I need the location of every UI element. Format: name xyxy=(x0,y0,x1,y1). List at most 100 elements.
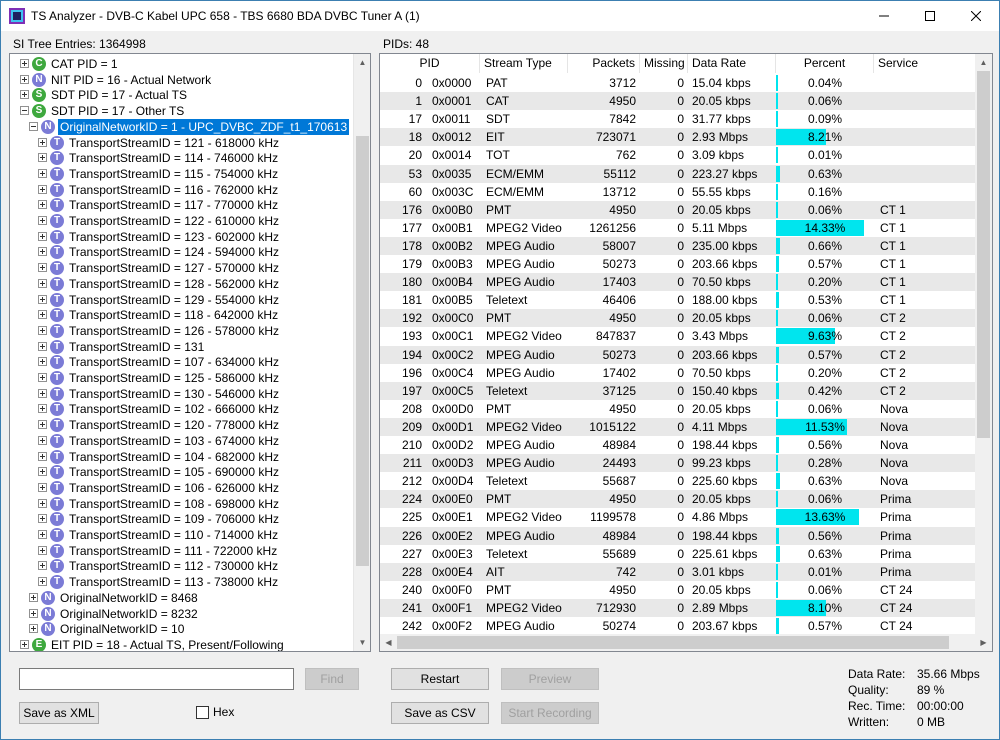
tree-node[interactable]: T TransportStreamID = 120 - 778000 kHz xyxy=(10,417,354,433)
tree-node[interactable]: T TransportStreamID = 102 - 666000 kHz xyxy=(10,401,354,417)
table-row[interactable]: 228 0x00E4 AIT 742 0 3.01 kbps Prima 0.01% xyxy=(380,562,977,581)
expand-icon[interactable] xyxy=(38,404,47,414)
tree-node[interactable]: T TransportStreamID = 106 - 626000 kHz xyxy=(10,480,354,496)
expand-icon[interactable] xyxy=(38,530,47,539)
tree-node[interactable]: N NIT PID = 16 - Actual Network xyxy=(10,72,354,88)
expand-icon[interactable] xyxy=(38,357,47,367)
collapse-icon[interactable] xyxy=(29,121,38,131)
scroll-up-arrow-icon[interactable]: ▲ xyxy=(354,54,370,71)
tree-node[interactable]: T TransportStreamID = 122 - 610000 kHz xyxy=(10,213,354,229)
table-row[interactable]: 176 0x00B0 PMT 4950 0 20.05 kbps CT 1 0.06% xyxy=(380,200,977,219)
expand-icon[interactable] xyxy=(38,200,47,210)
scroll-down-arrow-icon[interactable]: ▼ xyxy=(354,634,370,651)
table-row[interactable]: 196 0x00C4 MPEG Audio 17402 0 70.50 kbps CT 2 0… xyxy=(380,364,977,382)
expand-icon[interactable] xyxy=(38,577,47,587)
table-row[interactable]: 53 0x0035 ECM/EMM 55112 0 223.27 kbps 0.63% xyxy=(380,164,977,183)
expand-icon[interactable] xyxy=(38,514,47,524)
tree-node[interactable]: T TransportStreamID = 125 - 586000 kHz xyxy=(10,370,354,386)
expand-icon[interactable] xyxy=(38,545,47,555)
expand-icon[interactable] xyxy=(38,310,47,320)
tree-node[interactable]: T TransportStreamID = 107 - 634000 kHz xyxy=(10,354,354,370)
table-row[interactable]: 180 0x00B4 MPEG Audio 17403 0 70.50 kbps CT 1 0… xyxy=(380,273,977,292)
tree-node[interactable]: T TransportStreamID = 104 - 682000 kHz xyxy=(10,449,354,465)
expand-icon[interactable] xyxy=(38,168,47,178)
expand-icon[interactable] xyxy=(29,624,38,634)
table-row[interactable]: 208 0x00D0 PMT 4950 0 20.05 kbps Nova 0.06% xyxy=(380,400,977,418)
expand-icon[interactable] xyxy=(38,216,47,225)
tree-node[interactable]: T TransportStreamID = 131 xyxy=(10,339,354,355)
table-row[interactable]: 60 0x003C ECM/EMM 13712 0 55.55 kbps 0.16% xyxy=(380,183,977,201)
table-row[interactable]: 178 0x00B2 MPEG Audio 58007 0 235.00 kbps CT 1… xyxy=(380,236,977,255)
start-recording-button[interactable]: Start Recording xyxy=(501,702,599,724)
table-row[interactable]: 212 0x00D4 Teletext 55687 0 225.60 kbps Nova 0.… xyxy=(380,472,977,490)
tree-node[interactable]: T TransportStreamID = 108 - 698000 kHz xyxy=(10,496,354,512)
table-row[interactable]: 20 0x0014 TOT 762 0 3.09 kbps 0.01% xyxy=(380,146,977,164)
tree-node[interactable]: T TransportStreamID = 126 - 578000 kHz xyxy=(10,323,354,339)
tree-node[interactable]: T TransportStreamID = 112 - 730000 kHz xyxy=(10,558,354,574)
tree-node[interactable]: T TransportStreamID = 129 - 554000 kHz xyxy=(10,292,354,308)
tree-node[interactable]: S SDT PID = 17 - Actual TS xyxy=(10,87,354,103)
table-row[interactable]: 241 0x00F1 MPEG2 Video 712930 0 2.89 Mbps CT 2… xyxy=(380,598,977,617)
find-input[interactable] xyxy=(19,668,294,690)
tree-node[interactable]: T TransportStreamID = 117 - 770000 kHz xyxy=(10,197,354,213)
tree-node[interactable]: T TransportStreamID = 111 - 722000 kHz xyxy=(10,543,354,559)
tree-node[interactable]: T TransportStreamID = 116 - 762000 kHz xyxy=(10,182,354,198)
expand-icon[interactable] xyxy=(38,373,47,382)
table-vertical-scrollbar[interactable]: ▲ xyxy=(975,54,992,634)
tree-node[interactable]: T TransportStreamID = 128 - 562000 kHz xyxy=(10,276,354,292)
expand-icon[interactable] xyxy=(38,467,47,477)
column-header-stream-type[interactable]: Stream Type xyxy=(480,54,568,73)
table-row[interactable]: 226 0x00E2 MPEG Audio 48984 0 198.44 kbps Prim… xyxy=(380,526,977,545)
expand-icon[interactable] xyxy=(38,482,47,492)
tree-node[interactable]: T TransportStreamID = 114 - 746000 kHz xyxy=(10,150,354,166)
table-row[interactable]: 211 0x00D3 MPEG Audio 24493 0 99.23 kbps Nova 0… xyxy=(380,454,977,473)
table-horizontal-scrollbar[interactable]: ◀ ▶ xyxy=(380,634,992,651)
tree-node[interactable]: T TransportStreamID = 127 - 570000 kHz xyxy=(10,260,354,276)
minimize-button[interactable] xyxy=(861,1,907,31)
maximize-button[interactable] xyxy=(907,1,953,31)
table-row[interactable]: 179 0x00B3 MPEG Audio 50273 0 203.66 kbps CT 1… xyxy=(380,255,977,273)
expand-icon[interactable] xyxy=(20,639,29,649)
table-row[interactable]: 181 0x00B5 Teletext 46406 0 188.00 kbps CT 1 0.… xyxy=(380,291,977,309)
table-row[interactable]: 1 0x0001 CAT 4950 0 20.05 kbps 0.06% xyxy=(380,92,977,111)
tree-node[interactable]: S SDT PID = 17 - Other TS xyxy=(10,103,354,119)
restart-button[interactable]: Restart xyxy=(391,668,489,690)
pid-table[interactable]: PID Stream Type Packets Missing Data Rat… xyxy=(379,53,993,652)
collapse-icon[interactable] xyxy=(20,106,29,116)
table-row[interactable]: 227 0x00E3 Teletext 55689 0 225.61 kbps Prima 0… xyxy=(380,545,977,563)
tree-node[interactable]: T TransportStreamID = 121 - 618000 kHz xyxy=(10,135,354,151)
expand-icon[interactable] xyxy=(38,435,47,445)
expand-icon[interactable] xyxy=(38,247,47,257)
find-button[interactable]: Find xyxy=(305,668,359,690)
expand-icon[interactable] xyxy=(38,137,47,147)
tree-node[interactable]: C CAT PID = 1 xyxy=(10,56,354,72)
expand-icon[interactable] xyxy=(38,451,47,461)
si-tree-view[interactable]: C CAT PID = 1 N NIT PID = 16 - Actual Netwo… xyxy=(9,53,371,652)
expand-icon[interactable] xyxy=(38,325,47,335)
tree-node[interactable]: T TransportStreamID = 123 - 602000 kHz xyxy=(10,229,354,245)
save-as-csv-button[interactable]: Save as CSV xyxy=(391,702,489,724)
tree-node[interactable]: T TransportStreamID = 130 - 546000 kHz xyxy=(10,386,354,402)
tree-node[interactable]: N OriginalNetworkID = 8468 xyxy=(10,590,354,606)
expand-icon[interactable] xyxy=(29,592,38,602)
tree-node[interactable]: T TransportStreamID = 105 - 690000 kHz xyxy=(10,464,354,480)
column-header-missing[interactable]: Missing xyxy=(640,54,688,73)
tree-node[interactable]: T TransportStreamID = 124 - 594000 kHz xyxy=(10,244,354,260)
expand-icon[interactable] xyxy=(38,153,47,163)
tree-scroll-thumb[interactable] xyxy=(356,136,369,566)
table-row[interactable]: 242 0x00F2 MPEG Audio 50274 0 203.67 kbps CT 2… xyxy=(380,617,977,635)
table-row[interactable]: 192 0x00C0 PMT 4950 0 20.05 kbps CT 2 0.06% xyxy=(380,309,977,328)
expand-icon[interactable] xyxy=(20,90,29,100)
tree-vertical-scrollbar[interactable]: ▲ ▼ xyxy=(353,54,370,651)
scroll-up-arrow-icon[interactable]: ▲ xyxy=(975,54,992,71)
expand-icon[interactable] xyxy=(38,294,47,304)
table-row[interactable]: 197 0x00C5 Teletext 37125 0 150.40 kbps CT 2 0.… xyxy=(380,381,977,400)
close-button[interactable] xyxy=(953,1,999,31)
expand-icon[interactable] xyxy=(38,341,47,351)
table-row[interactable]: 224 0x00E0 PMT 4950 0 20.05 kbps Prima 0.06% xyxy=(380,490,977,509)
table-row[interactable]: 18 0x0012 EIT 723071 0 2.93 Mbps 8.21% xyxy=(380,128,977,147)
column-header-pid[interactable]: PID xyxy=(380,54,480,73)
table-row[interactable]: 210 0x00D2 MPEG Audio 48984 0 198.44 kbps Nova… xyxy=(380,436,977,454)
tree-node[interactable]: E EIT PID = 18 - Actual TS, Present/Follo… xyxy=(10,637,354,651)
save-as-xml-button[interactable]: Save as XML xyxy=(19,702,99,724)
